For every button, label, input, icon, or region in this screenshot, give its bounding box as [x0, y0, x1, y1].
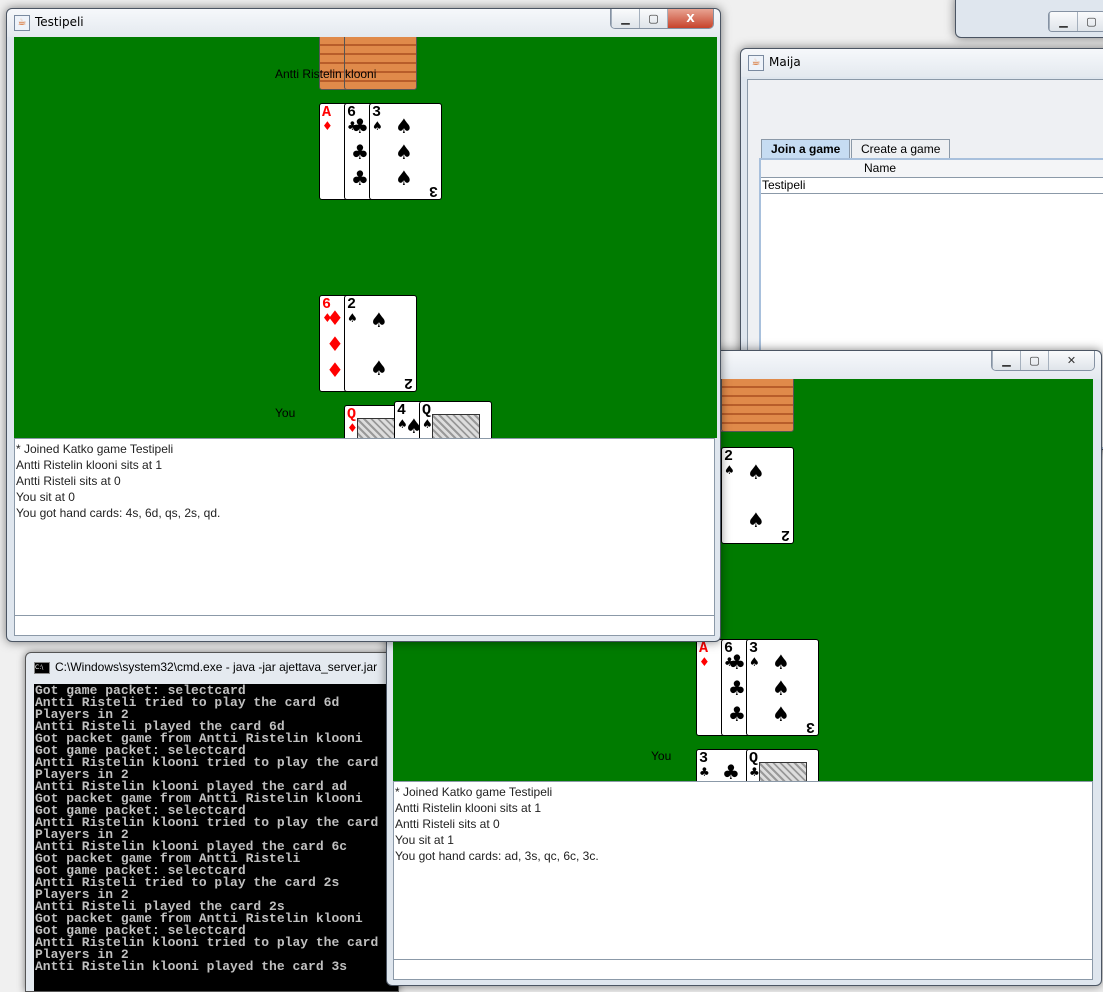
maximize-button[interactable]: ▢	[1020, 351, 1048, 370]
log-line: Antti Risteli sits at 0	[16, 474, 121, 488]
tab-create-game[interactable]: Create a game	[851, 139, 951, 159]
card-table[interactable]: Antti Ristelin klooniA♦♦A6♣♣♣♣♣♣♣63♠♠♠♠3…	[14, 37, 717, 438]
minimize-button[interactable]: ▁	[611, 9, 639, 28]
card-rank: 3	[372, 104, 382, 121]
minimize-button[interactable]: ▁	[1049, 12, 1077, 31]
suit-pip-icon: ♣	[728, 676, 746, 700]
card-back	[721, 379, 794, 432]
minimize-button[interactable]: ▁	[992, 351, 1020, 370]
card-suit-icon: ♠	[724, 463, 735, 477]
suit-pip-icon: ♣	[728, 650, 746, 674]
log-line: You got hand cards: 4s, 6d, qs, 2s, qd.	[16, 506, 221, 520]
close-button[interactable]: X	[667, 9, 713, 28]
playing-card[interactable]: 3 ♠ ♠ ♠ ♠ 3	[369, 103, 442, 200]
console-window: C:\ C:\Windows\system32\cmd.exe - java -…	[25, 652, 399, 992]
log-line: Antti Risteli sits at 0	[395, 817, 500, 831]
lobby-titlebar[interactable]: ☕ Maija	[741, 49, 1103, 77]
suit-pip-icon: ♠	[395, 114, 413, 138]
game-window-seat-0: ☕ Testipeli ▁ ▢ X Antti Ristelin klooni A…	[6, 8, 721, 642]
table-row[interactable]: Testipeli	[761, 178, 1103, 194]
suit-pip-icon: ♠	[395, 140, 413, 164]
card-rank-corner: 2	[780, 526, 790, 543]
suit-pip-icon: ♣	[351, 166, 369, 190]
face-card-picture	[432, 414, 480, 438]
suit-pip-icon: ♠	[747, 460, 765, 484]
suit-pip-icon: ♣	[351, 114, 369, 138]
card-suit-icon: ♠	[347, 311, 358, 325]
playing-card[interactable]: 3 ♠ ♠ ♠ ♠ 3	[746, 639, 819, 736]
card-rank: A	[699, 640, 709, 657]
suit-pip-icon: ♣	[728, 702, 746, 726]
card-suit-icon: ♦	[322, 119, 333, 133]
log-line: Antti Ristelin klooni sits at 1	[395, 801, 542, 815]
card-suit-icon: ♠	[749, 655, 760, 669]
log-line: You got hand cards: ad, 3s, qc, 6c, 3c.	[395, 849, 599, 863]
cmd-icon: C:\	[34, 662, 50, 674]
playing-card[interactable]: Q♣Q	[746, 749, 819, 781]
card-rank: Q	[422, 402, 432, 419]
playing-card[interactable]: 2 ♠ ♠ ♠ 2	[344, 295, 417, 392]
suit-pip-icon: ♠	[395, 166, 413, 190]
close-button[interactable]: ✕	[1048, 351, 1094, 370]
log-line: * Joined Katko game Testipeli	[395, 785, 553, 799]
player-label: You	[275, 406, 296, 420]
suit-pip-icon: ♣	[351, 140, 369, 164]
console-output: Got game packet: selectcard Antti Risteli…	[34, 684, 398, 991]
background-window: ▁ ▢	[955, 0, 1103, 38]
card-rank: 3	[749, 640, 759, 657]
card-suit-icon: ♦	[699, 655, 710, 669]
card-rank: A	[322, 104, 332, 121]
card-rank-corner: 3	[428, 182, 438, 199]
playing-card[interactable]: 2 ♠ ♠ ♠ 2	[721, 447, 794, 544]
window-controls: ▁ ▢ X	[610, 9, 714, 29]
window-title: Testipeli	[35, 15, 84, 29]
game-titlebar[interactable]: ☕ Testipeli ▁ ▢ X	[7, 9, 720, 37]
card-rank-corner: 2	[403, 374, 413, 391]
column-header-name[interactable]: Name	[761, 160, 1103, 178]
maximize-button[interactable]: ▢	[639, 9, 667, 28]
card-suit-icon: ♠	[372, 119, 383, 133]
suit-pip-icon: ♠	[747, 508, 765, 532]
card-rank: Q	[749, 750, 759, 767]
window-controls: ▁ ▢ ✕	[991, 351, 1095, 371]
suit-pip-icon: ♦	[326, 306, 344, 330]
log-line: * Joined Katko game Testipeli	[16, 442, 174, 456]
suit-pip-icon: ♠	[772, 650, 790, 674]
playing-card[interactable]: Q♠Q	[419, 401, 492, 438]
suit-pip-icon: ♠	[370, 356, 388, 380]
suit-pip-icon: ♦	[326, 358, 344, 382]
window-title: Maija	[769, 55, 801, 69]
window-title: C:\Windows\system32\cmd.exe - java -jar …	[55, 660, 378, 674]
card-suit-icon: ♣	[699, 765, 710, 779]
card-rank: 3	[699, 750, 709, 767]
log-line: Antti Ristelin klooni sits at 1	[16, 458, 163, 472]
card-rank: 2	[347, 296, 357, 313]
suit-pip-icon: ♠	[772, 676, 790, 700]
face-card-picture	[759, 762, 807, 781]
java-icon: ☕	[14, 15, 30, 31]
card-rank: 2	[724, 448, 734, 465]
chat-input[interactable]	[14, 615, 715, 636]
player-label: You	[651, 749, 672, 763]
window-controls: ▁ ▢	[1048, 11, 1103, 32]
tab-join-game[interactable]: Join a game	[761, 139, 851, 159]
suit-pip-icon: ♠	[772, 702, 790, 726]
card-back	[344, 37, 417, 90]
card-rank: Q	[347, 406, 357, 423]
log-line: You sit at 1	[395, 833, 454, 847]
game-log: * Joined Katko game Testipeli Antti Riste…	[393, 781, 1093, 961]
console-line: Antti Ristelin klooni played the card 3s	[35, 959, 348, 974]
opponent-name: Antti Ristelin klooni	[275, 67, 377, 81]
log-line: You sit at 0	[16, 490, 75, 504]
chat-input[interactable]	[393, 959, 1093, 980]
card-rank-corner: 3	[805, 718, 815, 735]
suit-pip-icon: ♦	[326, 332, 344, 356]
java-icon: ☕	[748, 55, 764, 71]
game-log: * Joined Katko game Testipeli Antti Riste…	[14, 438, 715, 617]
maximize-button[interactable]: ▢	[1077, 12, 1103, 31]
suit-pip-icon: ♠	[370, 308, 388, 332]
suit-pip-icon: ♣	[722, 760, 740, 781]
